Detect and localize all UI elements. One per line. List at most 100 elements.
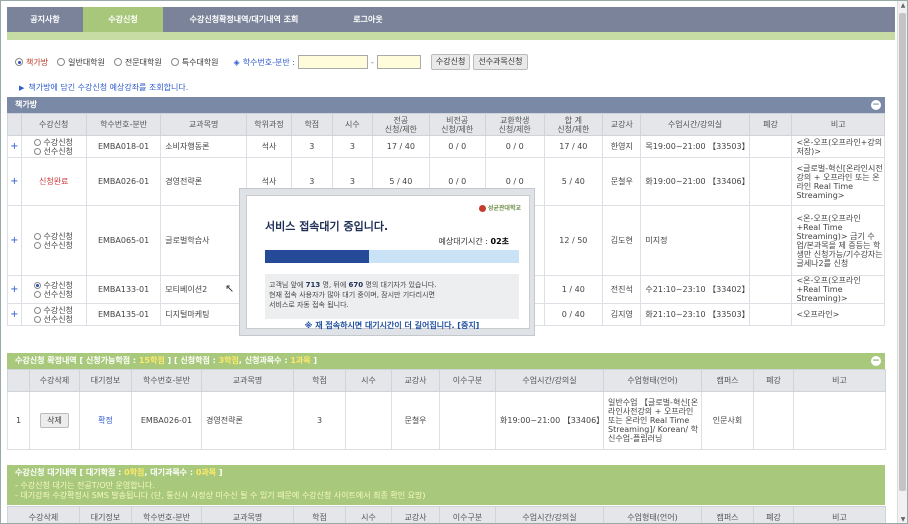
tab-confirmed-waitlist[interactable]: 수강신청확정내역/대기내역 조회 <box>163 7 325 32</box>
cell-campus: 인문사회 <box>701 391 754 450</box>
cell-note: <온-오프(오프라인+Real Time Streaming)> 금기 수업/본… <box>791 205 885 276</box>
radio-professional-grad-label: 전문대학원 <box>124 57 162 67</box>
prereq-radio[interactable] <box>34 147 42 155</box>
col-exchange: 교환학생 신청/제한 <box>484 113 545 136</box>
col-nonmajor: 비전공 신청/제한 <box>428 113 486 136</box>
apply-radio[interactable] <box>34 281 42 289</box>
prereq-apply-button[interactable]: 선수과목신청 <box>473 54 528 70</box>
scroll-up-icon[interactable]: ▲ <box>898 1 907 11</box>
prereq-radio[interactable] <box>34 241 42 249</box>
col-teacher: 교강사 <box>391 369 440 392</box>
bag-section-header: 책가방 − <box>7 97 885 113</box>
course-code-input[interactable] <box>297 55 368 69</box>
modal-title: 서비스 접속대기 중입니다. <box>265 220 389 233</box>
col-credit: 학점 <box>293 369 346 392</box>
possible-credits: 15학점 <box>138 356 165 365</box>
section-input[interactable] <box>376 55 421 69</box>
prereq-radio[interactable] <box>34 315 42 323</box>
apply-radio[interactable] <box>34 138 42 146</box>
university-logo: 성균관대학교 <box>478 203 521 212</box>
queue-message: 고객님 앞에 713 명, 뒤에 670 명의 대기자가 있습니다. 현재 접속… <box>265 274 519 319</box>
queue-modal-overlay: 성균관대학교 서비스 접속대기 중입니다. 예상대기시간 : 02초 고객님 앞… <box>239 188 535 336</box>
expand-icon[interactable]: + <box>7 157 22 206</box>
cell-total: 5 / 40 <box>543 157 604 206</box>
col-code: 학수번호-분반 <box>131 506 202 523</box>
cell-total: 0 / 40 <box>543 303 604 326</box>
prereq-radio[interactable] <box>34 290 42 298</box>
cell-no: 1 <box>7 391 30 450</box>
cell-type <box>439 391 496 450</box>
cell-teacher: 김도현 <box>602 205 642 276</box>
bag-header-row: 수강신청 학수번호-분반 교과목명 학위과정 학점 시수 전공 신청/제한 비전… <box>7 113 885 136</box>
col-wait: 대기정보 <box>79 369 132 392</box>
confirmed-table: 수강삭제 대기정보 학수번호-분반 교과목명 학점 시수 교강사 이수구분 수업… <box>7 369 886 450</box>
expand-icon[interactable]: + <box>7 135 22 158</box>
queue-progress-bar <box>265 250 519 263</box>
col-type: 이수구분 <box>439 506 496 523</box>
waitlist-table: 수강삭제 대기정보 학수번호-분반 교과목명 학점 시수 교강사 이수구분 수업… <box>7 506 886 523</box>
confirmed-title-mid2: , 신청과목수 : <box>238 356 288 365</box>
col-closed: 폐강 <box>753 506 794 523</box>
page-frame: 공지사항 수강신청 수강신청확정내역/대기내역 조회 로그아웃 책가방 일반대학… <box>0 0 908 524</box>
radio-professional-grad[interactable] <box>113 58 122 66</box>
prereq-radio-label: 선수신청 <box>43 289 73 299</box>
scroll-down-icon[interactable]: ▼ <box>898 515 907 523</box>
tab-logout[interactable]: 로그아웃 <box>325 7 411 32</box>
waitlist-title: 수강신청 대기내역 [ 대기학점 : <box>15 468 122 477</box>
expand-icon[interactable]: + <box>7 205 22 276</box>
radio-general-grad[interactable] <box>57 58 66 66</box>
waitlist-title-mid: , 대기과목수 : <box>144 468 194 477</box>
apply-radio-label: 수강신청 <box>43 137 73 147</box>
delete-button[interactable]: 삭제 <box>40 413 69 428</box>
tab-notice[interactable]: 공지사항 <box>7 7 83 32</box>
table-row: + 수강신청 선수신청 EMBA018-01 소비자행동론 석사 3 3 17 … <box>7 135 885 158</box>
col-credit: 학점 <box>293 506 346 523</box>
cell-total: 12 / 50 <box>543 205 604 276</box>
scroll-thumb[interactable] <box>899 13 906 491</box>
cell-time: 화19:00~21:00 【33406】 <box>495 391 604 450</box>
cell-time: 화19:00~21:00 【33406】 <box>640 157 750 206</box>
radio-special-grad[interactable] <box>170 58 179 66</box>
prereq-radio-label: 선수신청 <box>43 314 73 324</box>
wait-info-link[interactable]: 확정 <box>79 391 132 450</box>
col-delete: 수강삭제 <box>29 369 80 392</box>
col-note: 비고 <box>791 113 885 136</box>
radio-bag[interactable] <box>15 58 23 66</box>
waitlist-header-row: 수강삭제 대기정보 학수번호-분반 교과목명 학점 시수 교강사 이수구분 수업… <box>7 506 886 523</box>
filter-bar: 책가방 일반대학원 전문대학원 특수대학원 ◈ 학수번호-분반 : - 수강신청… <box>15 53 528 71</box>
col-note: 비고 <box>793 506 886 523</box>
vertical-scrollbar[interactable]: ▲ ▼ <box>897 1 907 523</box>
stop-link[interactable]: ※ 재 접속하시면 대기시간이 더 길어집니다. [중지] <box>265 320 519 331</box>
cell-name: 디지털마케팅 <box>160 303 247 326</box>
apply-button[interactable]: 수강신청 <box>430 54 471 70</box>
status-badge: 신청완료 <box>20 157 87 206</box>
expand-icon[interactable]: + <box>7 275 22 304</box>
expand-icon[interactable]: + <box>7 303 22 326</box>
cell-time: 수21:10~23:10 【33402】 <box>640 275 750 304</box>
waitlist-note: - 대기강좌 수강확정시 SMS 발송됩니다 (단, 통신사 사정상 미수신 될… <box>15 491 426 500</box>
collapse-icon[interactable]: − <box>871 100 881 110</box>
cell-total: 17 / 40 <box>543 135 604 158</box>
mouse-cursor-icon: ↖ <box>225 282 235 295</box>
apply-options: 수강신청 선수신청 <box>20 303 87 326</box>
cell-delete: 삭제 <box>29 391 80 450</box>
wait-time-label: 예상대기시간 : <box>438 237 488 246</box>
msg-part: 명의 대기자가 있습니다. <box>365 281 437 289</box>
waitlist-note: - 수강신청 대기는 전공T/O만 운영합니다. <box>15 481 155 490</box>
cell-code: EMBA018-01 <box>85 135 162 158</box>
apply-radio[interactable] <box>34 232 42 240</box>
tab-course-registration[interactable]: 수강신청 <box>83 7 163 32</box>
col-major: 전공 신청/제한 <box>372 113 430 136</box>
col-wait: 대기정보 <box>79 506 132 523</box>
apply-radio[interactable] <box>34 306 42 314</box>
cell-closed <box>753 391 794 450</box>
col-campus: 캠퍼스 <box>701 369 754 392</box>
queue-behind-count: 670 <box>348 281 364 289</box>
apply-options: 수강신청 선수신청 <box>20 205 87 276</box>
apply-radio-label: 수강신청 <box>43 280 73 290</box>
cell-teacher: 한영지 <box>602 135 642 158</box>
cell-teacher: 김지영 <box>602 303 642 326</box>
collapse-icon[interactable]: − <box>871 356 881 366</box>
col-teacher: 교강사 <box>391 506 440 523</box>
cell-note: <글로벌-혁신[온라인시전강의 + 오프라인 또는 온라인 Real Time … <box>791 157 885 206</box>
